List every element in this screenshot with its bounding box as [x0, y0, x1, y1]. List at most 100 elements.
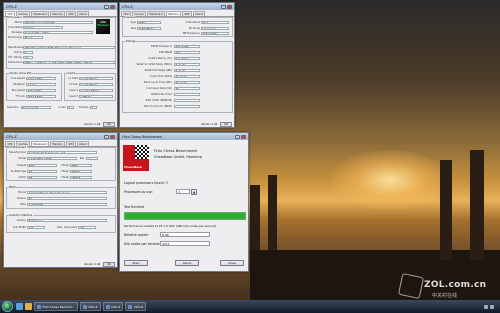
tab-memory[interactable]: Memory [49, 141, 66, 146]
technology-value: 65 nm [23, 36, 43, 40]
mem-size-value: 2048 MBytes [137, 27, 161, 31]
titlebar[interactable]: CPU-Z [120, 3, 234, 10]
watermark-brand: ZOL.com.cn [424, 280, 487, 290]
tab-about[interactable]: About [192, 11, 206, 16]
app-icon [37, 304, 41, 309]
minimize-button[interactable] [235, 134, 240, 139]
family-value: F [23, 51, 33, 55]
tab-strip: CPU Caches Mainboard Memory SPD About [120, 10, 234, 17]
close-button[interactable] [227, 4, 232, 9]
minimize-button[interactable] [221, 4, 226, 9]
window-title: Fritz Chess Benchmark [122, 134, 163, 139]
level2-value: 3 x 512 KBytes [79, 89, 113, 93]
taskbar-item-cpuz-3[interactable]: CPU-Z [125, 302, 147, 311]
dram-idle-timer-value [174, 93, 200, 97]
ht-link-value: 1807.8 MHz [26, 95, 56, 99]
version-label: Version 1.46 [84, 122, 101, 126]
threads-value: 3 [89, 106, 97, 110]
app-icon [105, 304, 110, 309]
close-button[interactable] [241, 134, 246, 139]
taskbar-item-cpuz-2[interactable]: CPU-Z [102, 302, 124, 311]
ok-button[interactable]: OK [103, 121, 115, 127]
quicklaunch-ie-icon[interactable] [16, 303, 23, 310]
tab-about[interactable]: About [76, 11, 90, 16]
total-cas-value [174, 99, 200, 103]
cas-latency-value: 5.0 clocks [174, 57, 200, 61]
progress-fill [125, 213, 245, 219]
chipset-model-value: 780G [70, 164, 92, 168]
trp-value: 5 clocks [174, 69, 200, 73]
tab-about[interactable]: About [76, 141, 90, 146]
minimize-button[interactable] [104, 134, 109, 139]
revision-value: x.x [86, 157, 98, 161]
ruin-pillar [470, 150, 484, 260]
app-name: Fritz Chess Benchmark [154, 148, 198, 153]
system-tray [483, 304, 500, 309]
channels-value: Dual [201, 21, 229, 25]
network-icon[interactable] [483, 304, 488, 309]
link-width-value: x16 [27, 226, 45, 230]
chipset-value: AMD [27, 164, 57, 168]
model-value: GA-MA780G-UD3H [27, 157, 77, 161]
ground [250, 250, 500, 300]
processors-input[interactable]: 3 [176, 189, 190, 194]
performance-text: Performance relative to P3 1.0 GHz (480 … [124, 224, 217, 228]
processor-select[interactable]: Processor #1 [20, 106, 51, 110]
taskbar: Fritz Chess Benchm... CPU-Z CPU-Z CPU-Z [0, 300, 500, 313]
bios-date-value: 12/03/2008 [27, 203, 107, 207]
row-to-column-value [174, 105, 200, 109]
close-button[interactable] [110, 4, 115, 9]
tab-memory[interactable]: Memory [165, 11, 182, 16]
clocks-group: Clocks (Core #0) Core Speed 2410.4 MHz Mu… [6, 72, 62, 101]
bios-version-value: F7 [27, 197, 107, 201]
titlebar[interactable]: CPU-Z [4, 133, 117, 140]
clock[interactable] [496, 305, 498, 309]
titlebar[interactable]: Fritz Chess Benchmark [120, 133, 248, 140]
window-footer: Version 1.46 OK [4, 121, 117, 127]
zol-logo-icon [397, 272, 425, 300]
start-button[interactable]: Start [124, 260, 148, 266]
manufacturer-value: Gigabyte Technology Co., Ltd. [27, 151, 97, 155]
cores-value: 3 [66, 106, 74, 110]
tab-mainboard[interactable]: Mainboard [146, 11, 166, 16]
southbridge-value: ATI [27, 170, 57, 174]
quicklaunch-folder-icon[interactable] [25, 303, 32, 310]
taskbar-item-fritz[interactable]: Fritz Chess Benchm... [34, 302, 78, 311]
dc-mode-value: Unganged [201, 27, 229, 31]
tras-value: 15 clocks [174, 75, 200, 79]
titlebar[interactable]: CPU-Z [4, 3, 117, 10]
tab-spd[interactable]: SPD [65, 11, 77, 16]
minimize-button[interactable] [104, 4, 109, 9]
taskbar-item-cpuz-1[interactable]: CPU-Z [79, 302, 101, 311]
code-name-value: Toliman [23, 26, 63, 30]
test-status: Test finished [124, 205, 144, 209]
tab-spd[interactable]: SPD [65, 141, 77, 146]
tab-spd[interactable]: SPD [181, 11, 193, 16]
progress-bar [124, 212, 246, 220]
cache-group: Cache L1 Data 3 x 64 KBytes L1 Inst. 3 x 6… [64, 72, 116, 101]
start-button[interactable] [2, 301, 13, 312]
command-rate-value: 2T [174, 87, 200, 91]
window-title: CPU-Z [6, 134, 17, 139]
general-group: General Type DDR2 Size 2048 MBytes Channel… [122, 16, 233, 37]
ok-button[interactable]: OK [103, 261, 115, 267]
volume-icon[interactable] [489, 304, 494, 309]
ok-button[interactable]: OK [220, 121, 232, 127]
tab-mainboard[interactable]: Mainboard [30, 141, 50, 146]
close-button[interactable] [110, 134, 115, 139]
tab-mainboard[interactable]: Mainboard [30, 11, 50, 16]
processors-label: Processors to use: [124, 190, 153, 194]
close-app-button[interactable]: Close [220, 260, 244, 266]
about-button[interactable]: About [175, 260, 199, 266]
amd-phenom-logo: AMD Phenom [96, 19, 110, 34]
processors-spinner[interactable]: ▲ [191, 188, 197, 195]
southbridge-model-value: SB700 [70, 170, 92, 174]
bios-brand-value: Award Software International, Inc. [27, 191, 107, 195]
window-title: CPU-Z [122, 4, 133, 9]
lpcio-value: ITE [27, 176, 57, 180]
chessbase-logo: ChessBase [123, 145, 149, 171]
ruin-pillar [268, 175, 277, 255]
tab-memory[interactable]: Memory [49, 11, 66, 16]
ruin-pillar [250, 185, 260, 255]
multiplier-value: x 12.0 [26, 83, 56, 87]
